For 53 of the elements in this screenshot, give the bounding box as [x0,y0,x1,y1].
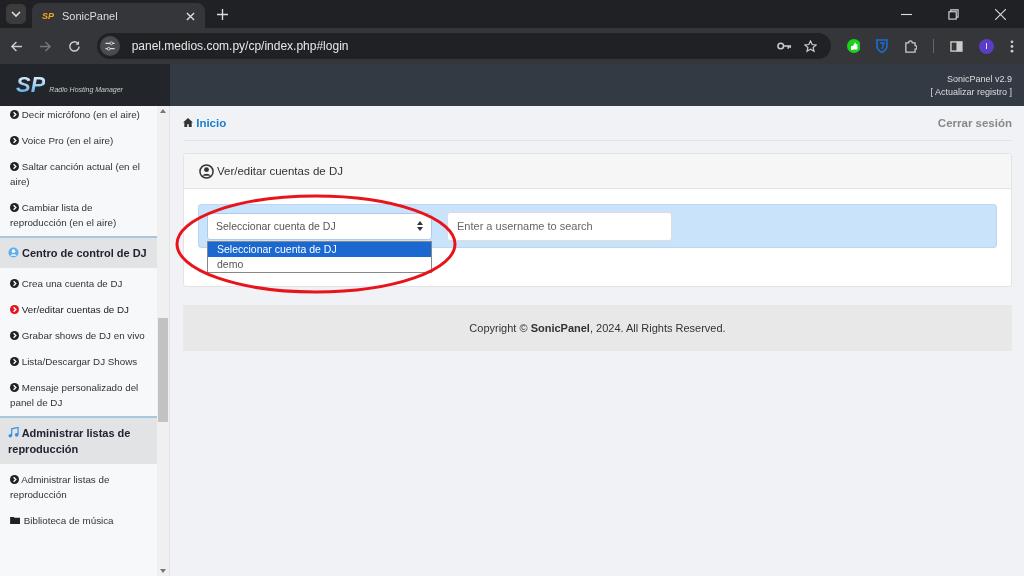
url-text: panel.medios.com.py/cp/index.php#login [131,39,349,53]
dropdown-option[interactable]: demo [208,256,431,272]
profile-avatar[interactable]: I [979,38,995,54]
side-panel-icon[interactable] [950,40,964,52]
sidebar-item[interactable]: Administrar listas de reproducción [0,467,157,508]
account-select[interactable]: Seleccionar cuenta de DJ [207,212,432,240]
puzzle-icon[interactable] [904,39,918,53]
scroll-up-icon[interactable] [160,109,166,113]
version-label: SonicPanel v2.9 [946,73,1012,84]
copyright-text: Copyright © SonicPanel, 2024. All Rights Reserved. [469,322,726,334]
close-icon[interactable] [995,8,1006,20]
key-icon[interactable] [776,41,792,51]
update-link[interactable]: [ Actualizar registro ] [930,86,1012,97]
sidebar-item[interactable]: Decir micrófono (en el aire) [0,106,157,128]
sidebar-item[interactable]: Ver/editar cuentas de DJ [0,297,157,323]
dropdown-option[interactable]: Seleccionar cuenta de DJ [208,241,431,257]
sort-caret-icon [417,221,423,231]
back-icon[interactable] [10,39,23,53]
reload-icon[interactable] [67,39,81,53]
sidebar-item[interactable]: Lista/Descargar DJ Shows [0,349,157,375]
restore-icon[interactable] [948,8,959,20]
star-icon[interactable] [803,39,817,53]
user-icon [8,247,19,258]
sidebar-item[interactable]: Crea una cuenta de DJ [0,271,157,297]
search-field[interactable]: Enter a username to search [447,211,672,241]
shield-icon[interactable] [876,39,889,53]
site-settings-icon[interactable] [99,36,120,56]
sidebar-section-header[interactable]: Administrar listas de reproducción [0,416,157,464]
scrollbar[interactable] [157,106,169,576]
favicon: SP [42,11,54,21]
home-icon [183,118,193,127]
thumbs-up-icon[interactable] [846,39,861,53]
music-note-icon [8,427,19,438]
home-link[interactable]: Inicio [183,117,227,129]
sidebar-item[interactable]: Saltar canción actual (en el aire) [0,154,157,195]
more-icon[interactable] [1010,39,1014,53]
user-circle-icon [199,163,214,179]
browser-tab[interactable]: SP SonicPanel [32,3,205,29]
tab-title: SonicPanel [62,10,119,22]
sidebar-item[interactable]: Cambiar lista de reproducción (en el aire) [0,195,157,236]
sidebar-section-header[interactable]: Centro de control de DJ [0,236,157,268]
sidebar-item[interactable]: Mensaje personalizado del panel de DJ [0,375,157,416]
sidebar-item[interactable]: Biblioteca de música [0,508,157,534]
new-tab-icon[interactable] [217,8,228,20]
forward-icon [38,39,52,53]
tab-list-icon[interactable] [6,4,26,24]
sidebar-item[interactable]: Grabar shows de DJ en vivo [0,323,157,349]
address-bar[interactable]: panel.medios.com.py/cp/index.php#login [96,33,831,59]
sidebar-item[interactable]: Voice Pro (en el aire) [0,128,157,154]
card-title: Ver/editar cuentas de DJ [217,165,343,177]
scroll-down-icon[interactable] [160,569,166,573]
close-icon[interactable] [186,11,195,21]
scrollbar-thumb[interactable] [158,318,168,422]
